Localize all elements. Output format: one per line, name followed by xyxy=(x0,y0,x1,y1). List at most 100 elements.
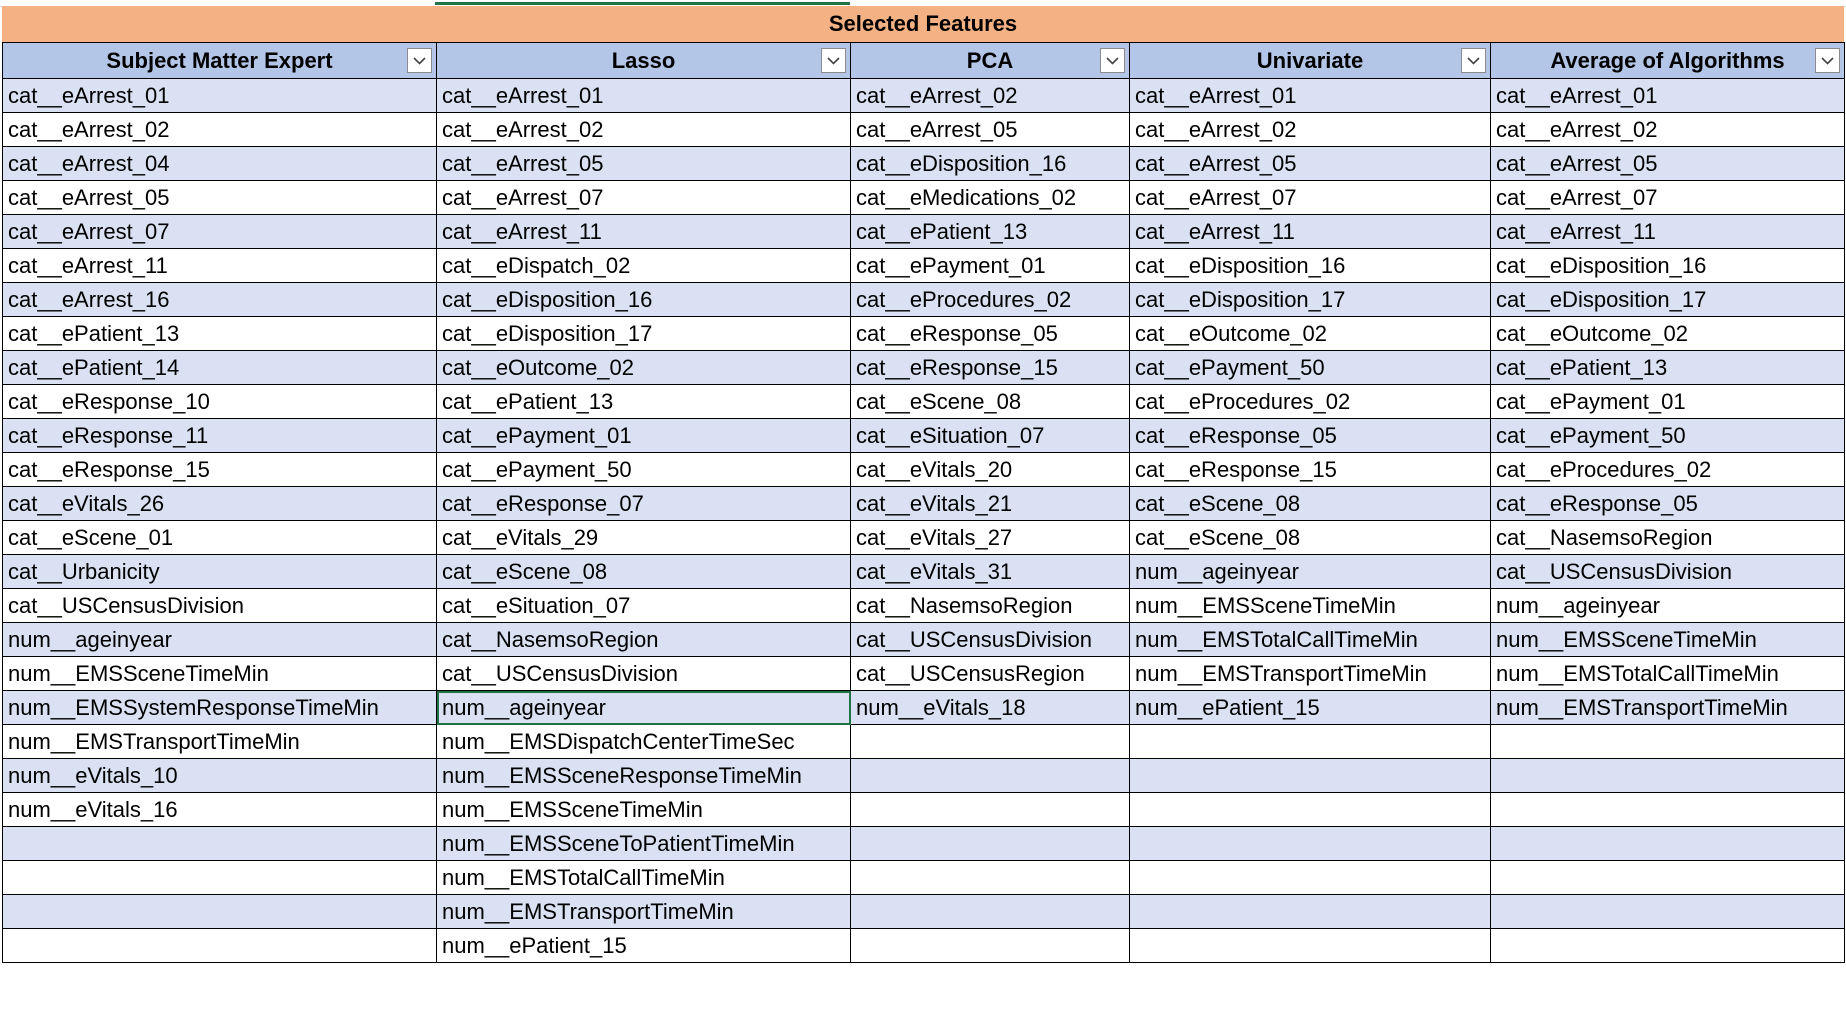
table-cell[interactable]: num__EMSSceneToPatientTimeMin xyxy=(436,826,851,861)
table-cell[interactable] xyxy=(1129,724,1491,759)
table-cell[interactable]: cat__eDisposition_17 xyxy=(1490,282,1845,317)
table-cell[interactable]: cat__eArrest_02 xyxy=(850,78,1130,113)
table-cell[interactable]: cat__eVitals_31 xyxy=(850,554,1130,589)
table-cell[interactable]: cat__eScene_08 xyxy=(436,554,851,589)
column-header[interactable]: PCA xyxy=(850,42,1130,79)
table-cell[interactable]: cat__ePatient_13 xyxy=(850,214,1130,249)
filter-dropdown-button[interactable] xyxy=(407,48,432,73)
table-cell[interactable]: num__eVitals_18 xyxy=(850,690,1130,725)
table-cell[interactable] xyxy=(2,860,437,895)
filter-dropdown-button[interactable] xyxy=(821,48,846,73)
table-cell[interactable]: num__EMSDispatchCenterTimeSec xyxy=(436,724,851,759)
table-cell[interactable] xyxy=(1129,826,1491,861)
column-header[interactable]: Subject Matter Expert xyxy=(2,42,437,79)
table-cell[interactable]: cat__eArrest_07 xyxy=(1129,180,1491,215)
table-cell[interactable]: cat__eResponse_11 xyxy=(2,418,437,453)
table-cell[interactable]: cat__eArrest_02 xyxy=(1129,112,1491,147)
filter-dropdown-button[interactable] xyxy=(1100,48,1125,73)
table-cell[interactable]: cat__eScene_08 xyxy=(850,384,1130,419)
table-cell[interactable]: num__ageinyear xyxy=(1129,554,1491,589)
table-cell[interactable]: cat__eResponse_07 xyxy=(436,486,851,521)
table-cell[interactable]: cat__ePayment_50 xyxy=(1490,418,1845,453)
table-cell[interactable] xyxy=(1490,724,1845,759)
table-cell[interactable]: cat__eResponse_15 xyxy=(1129,452,1491,487)
table-cell[interactable]: cat__eArrest_05 xyxy=(2,180,437,215)
table-cell[interactable]: cat__eArrest_02 xyxy=(2,112,437,147)
table-cell[interactable]: cat__eScene_08 xyxy=(1129,520,1491,555)
table-cell[interactable]: num__EMSTransportTimeMin xyxy=(1490,690,1845,725)
table-cell[interactable]: cat__eSituation_07 xyxy=(436,588,851,623)
table-title[interactable]: Selected Features xyxy=(2,6,1844,43)
table-cell[interactable]: num__EMSTotalCallTimeMin xyxy=(1129,622,1491,657)
table-cell[interactable]: cat__eOutcome_02 xyxy=(1129,316,1491,351)
table-cell[interactable]: cat__eArrest_11 xyxy=(436,214,851,249)
table-cell[interactable]: cat__USCensusDivision xyxy=(436,656,851,691)
table-cell[interactable] xyxy=(1490,758,1845,793)
table-cell[interactable]: cat__eArrest_05 xyxy=(850,112,1130,147)
table-cell[interactable]: cat__ePayment_01 xyxy=(436,418,851,453)
table-cell[interactable]: cat__eArrest_01 xyxy=(2,78,437,113)
table-cell[interactable]: cat__eArrest_07 xyxy=(1490,180,1845,215)
table-cell[interactable] xyxy=(2,826,437,861)
table-cell[interactable] xyxy=(850,894,1130,929)
table-cell[interactable]: cat__eArrest_02 xyxy=(1490,112,1845,147)
table-cell[interactable]: cat__eArrest_02 xyxy=(436,112,851,147)
table-cell[interactable]: cat__ePayment_50 xyxy=(1129,350,1491,385)
table-cell[interactable]: cat__NasemsoRegion xyxy=(1490,520,1845,555)
table-cell[interactable] xyxy=(1490,928,1845,963)
table-cell[interactable]: cat__USCensusDivision xyxy=(1490,554,1845,589)
table-cell[interactable] xyxy=(1490,894,1845,929)
table-cell[interactable]: cat__eDisposition_16 xyxy=(1129,248,1491,283)
table-cell[interactable]: num__ageinyear xyxy=(436,690,851,725)
table-cell[interactable]: cat__eScene_08 xyxy=(1129,486,1491,521)
column-header[interactable]: Univariate xyxy=(1129,42,1491,79)
table-cell[interactable]: cat__eArrest_16 xyxy=(2,282,437,317)
column-header[interactable]: Average of Algorithms xyxy=(1490,42,1845,79)
table-cell[interactable] xyxy=(850,758,1130,793)
table-cell[interactable]: cat__ePayment_01 xyxy=(1490,384,1845,419)
filter-dropdown-button[interactable] xyxy=(1461,48,1486,73)
table-cell[interactable]: cat__eArrest_05 xyxy=(1129,146,1491,181)
table-cell[interactable]: cat__eDisposition_17 xyxy=(436,316,851,351)
table-cell[interactable]: num__eVitals_10 xyxy=(2,758,437,793)
table-cell[interactable]: cat__eVitals_26 xyxy=(2,486,437,521)
table-cell[interactable]: cat__NasemsoRegion xyxy=(436,622,851,657)
table-cell[interactable]: cat__eVitals_21 xyxy=(850,486,1130,521)
table-cell[interactable]: cat__eArrest_01 xyxy=(1490,78,1845,113)
table-cell[interactable]: cat__ePatient_13 xyxy=(1490,350,1845,385)
table-cell[interactable]: cat__eArrest_01 xyxy=(436,78,851,113)
table-cell[interactable]: num__EMSTransportTimeMin xyxy=(436,894,851,929)
filter-dropdown-button[interactable] xyxy=(1815,48,1840,73)
table-cell[interactable]: cat__eArrest_05 xyxy=(1490,146,1845,181)
table-cell[interactable]: cat__eMedications_02 xyxy=(850,180,1130,215)
table-cell[interactable]: cat__eResponse_10 xyxy=(2,384,437,419)
table-cell[interactable]: cat__ePayment_50 xyxy=(436,452,851,487)
table-cell[interactable]: cat__eSituation_07 xyxy=(850,418,1130,453)
table-cell[interactable]: num__ePatient_15 xyxy=(1129,690,1491,725)
table-cell[interactable]: cat__eResponse_05 xyxy=(850,316,1130,351)
table-cell[interactable]: cat__eArrest_07 xyxy=(436,180,851,215)
table-cell[interactable] xyxy=(1129,860,1491,895)
table-cell[interactable]: cat__Urbanicity xyxy=(2,554,437,589)
table-cell[interactable]: cat__ePayment_01 xyxy=(850,248,1130,283)
table-cell[interactable]: num__EMSSceneTimeMin xyxy=(1490,622,1845,657)
table-cell[interactable]: cat__eDisposition_16 xyxy=(850,146,1130,181)
table-cell[interactable]: cat__eOutcome_02 xyxy=(1490,316,1845,351)
table-cell[interactable]: cat__ePatient_13 xyxy=(2,316,437,351)
table-cell[interactable]: cat__eArrest_11 xyxy=(1129,214,1491,249)
table-cell[interactable] xyxy=(850,928,1130,963)
table-cell[interactable]: cat__eArrest_05 xyxy=(436,146,851,181)
table-cell[interactable] xyxy=(2,894,437,929)
table-cell[interactable]: num__ageinyear xyxy=(2,622,437,657)
table-cell[interactable] xyxy=(2,928,437,963)
table-cell[interactable]: num__eVitals_16 xyxy=(2,792,437,827)
table-cell[interactable]: cat__eProcedures_02 xyxy=(1490,452,1845,487)
table-cell[interactable]: cat__eVitals_20 xyxy=(850,452,1130,487)
table-cell[interactable]: num__ageinyear xyxy=(1490,588,1845,623)
table-cell[interactable]: cat__eProcedures_02 xyxy=(1129,384,1491,419)
table-cell[interactable]: num__EMSSystemResponseTimeMin xyxy=(2,690,437,725)
table-cell[interactable]: cat__eArrest_07 xyxy=(2,214,437,249)
table-cell[interactable]: num__EMSTransportTimeMin xyxy=(1129,656,1491,691)
table-cell[interactable]: cat__eResponse_05 xyxy=(1490,486,1845,521)
table-cell[interactable]: cat__eArrest_04 xyxy=(2,146,437,181)
